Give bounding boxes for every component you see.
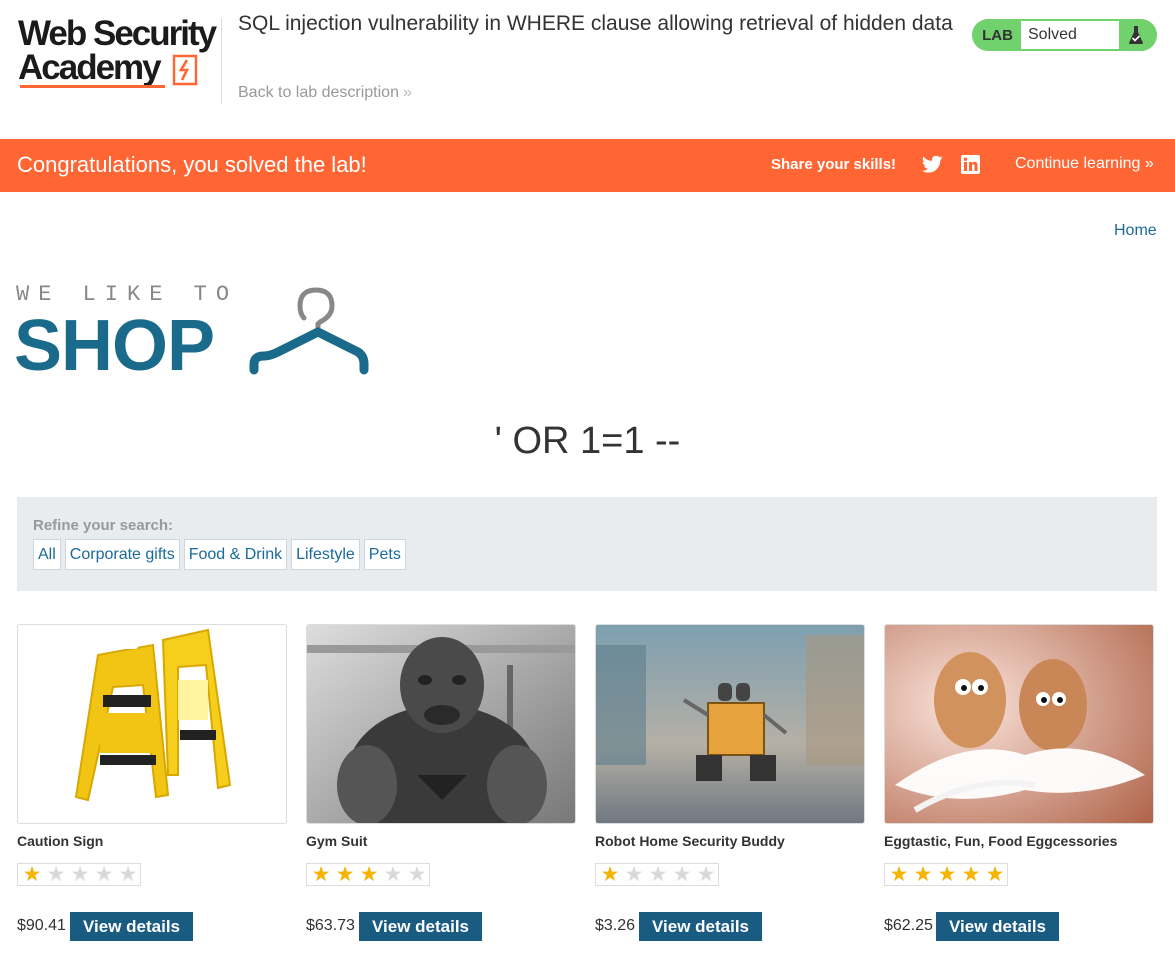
view-details-button[interactable]: View details — [70, 912, 193, 941]
star-empty-icon: ★ — [648, 862, 668, 886]
star-filled-icon: ★ — [937, 862, 957, 886]
congratulations-message: Congratulations, you solved the lab! — [17, 152, 367, 177]
product-price: $62.25 — [884, 917, 933, 934]
rating-stars: ★ ★ ★ ★ ★ — [17, 863, 141, 886]
linkedin-icon[interactable] — [961, 155, 980, 174]
flask-icon — [1119, 21, 1153, 49]
back-link-label: Back to lab description — [238, 84, 399, 101]
star-empty-icon: ★ — [672, 862, 692, 886]
star-empty-icon: ★ — [46, 862, 66, 886]
shop-wordmark: SHOP — [14, 306, 215, 386]
product-image[interactable] — [595, 624, 865, 824]
rating-stars: ★ ★ ★ ★ ★ — [306, 863, 430, 886]
continue-learning-link[interactable]: Continue learning » — [1015, 155, 1154, 173]
star-filled-icon: ★ — [985, 862, 1005, 886]
product-price: $90.41 — [17, 917, 66, 934]
filter-pets[interactable]: Pets — [363, 539, 406, 570]
star-filled-icon: ★ — [335, 862, 355, 886]
star-filled-icon: ★ — [600, 862, 620, 886]
back-to-lab-link[interactable]: Back to lab description» — [238, 84, 412, 102]
home-link[interactable]: Home — [1114, 222, 1157, 240]
filter-list: All Corporate gifts Food & Drink Lifesty… — [33, 539, 406, 570]
view-details-button[interactable]: View details — [936, 912, 1059, 941]
logo-text-line1: Web Security — [18, 14, 217, 53]
solved-banner: Congratulations, you solved the lab! Sha… — [0, 139, 1175, 192]
header-divider — [221, 18, 222, 104]
view-details-button[interactable]: View details — [359, 912, 482, 941]
star-empty-icon: ★ — [407, 862, 427, 886]
lab-status-badge: LAB Solved — [972, 19, 1157, 51]
product-card: Robot Home Security Buddy ★ ★ ★ ★ ★ $3.26 Vi… — [595, 624, 865, 954]
filter-corporate-gifts[interactable]: Corporate gifts — [64, 539, 180, 570]
product-name: Caution Sign — [17, 833, 104, 849]
star-empty-icon: ★ — [383, 862, 403, 886]
share-skills-label: Share your skills! — [771, 156, 897, 173]
product-name: Gym Suit — [306, 833, 368, 849]
rating-stars: ★ ★ ★ ★ ★ — [884, 863, 1008, 886]
product-card: Gym Suit ★ ★ ★ ★ ★ $63.73 View details — [306, 624, 576, 954]
star-empty-icon: ★ — [118, 862, 138, 886]
continue-learning-label: Continue learning — [1015, 155, 1141, 172]
star-empty-icon: ★ — [70, 862, 90, 886]
product-grid: Caution Sign ★ ★ ★ ★ ★ $90.41 View details — [17, 624, 1157, 954]
star-filled-icon: ★ — [359, 862, 379, 886]
star-filled-icon: ★ — [311, 862, 331, 886]
product-image[interactable] — [884, 624, 1154, 824]
product-card: Eggtastic, Fun, Food Eggcessories ★ ★ ★ ★ ★ … — [884, 624, 1154, 954]
header: Web Security Academy SQL injection vulne… — [0, 0, 1175, 139]
twitter-icon[interactable] — [922, 155, 943, 174]
star-filled-icon: ★ — [961, 862, 981, 886]
lightning-icon — [172, 54, 198, 86]
product-name: Robot Home Security Buddy — [595, 833, 785, 849]
lab-tag: LAB — [982, 26, 1013, 44]
shop-tagline: WE LIKE TO — [16, 282, 239, 307]
star-filled-icon: ★ — [22, 862, 42, 886]
filter-label: Refine your search: — [33, 517, 174, 534]
search-term-heading: ' OR 1=1 -- — [494, 420, 681, 462]
view-details-button[interactable]: View details — [639, 912, 762, 941]
product-price: $3.26 — [595, 917, 636, 934]
filter-food-drink[interactable]: Food & Drink — [183, 539, 288, 570]
lab-title: SQL injection vulnerability in WHERE cla… — [238, 12, 953, 35]
product-price: $63.73 — [306, 917, 355, 934]
chevron-double-right-icon: » — [1140, 155, 1154, 172]
star-filled-icon: ★ — [913, 862, 933, 886]
logo-text-line2: Academy — [18, 48, 162, 87]
chevron-double-right-icon: » — [402, 84, 412, 101]
shop-logo: WE LIKE TO SHOP — [14, 282, 376, 386]
filter-panel: Refine your search: All Corporate gifts … — [17, 497, 1157, 591]
product-name: Eggtastic, Fun, Food Eggcessories — [884, 833, 1118, 849]
star-empty-icon: ★ — [94, 862, 114, 886]
logo-underline — [20, 85, 165, 88]
product-image[interactable] — [17, 624, 287, 824]
filter-lifestyle[interactable]: Lifestyle — [291, 539, 360, 570]
star-empty-icon: ★ — [624, 862, 644, 886]
product-image[interactable] — [306, 624, 576, 824]
rating-stars: ★ ★ ★ ★ ★ — [595, 863, 719, 886]
product-card: Caution Sign ★ ★ ★ ★ ★ $90.41 View details — [17, 624, 287, 954]
academy-logo[interactable]: Web Security Academy — [18, 16, 218, 94]
lab-status-text: Solved — [1021, 21, 1119, 49]
filter-all[interactable]: All — [33, 539, 61, 570]
star-empty-icon: ★ — [696, 862, 716, 886]
hanger-icon — [249, 287, 369, 375]
star-filled-icon: ★ — [889, 862, 909, 886]
